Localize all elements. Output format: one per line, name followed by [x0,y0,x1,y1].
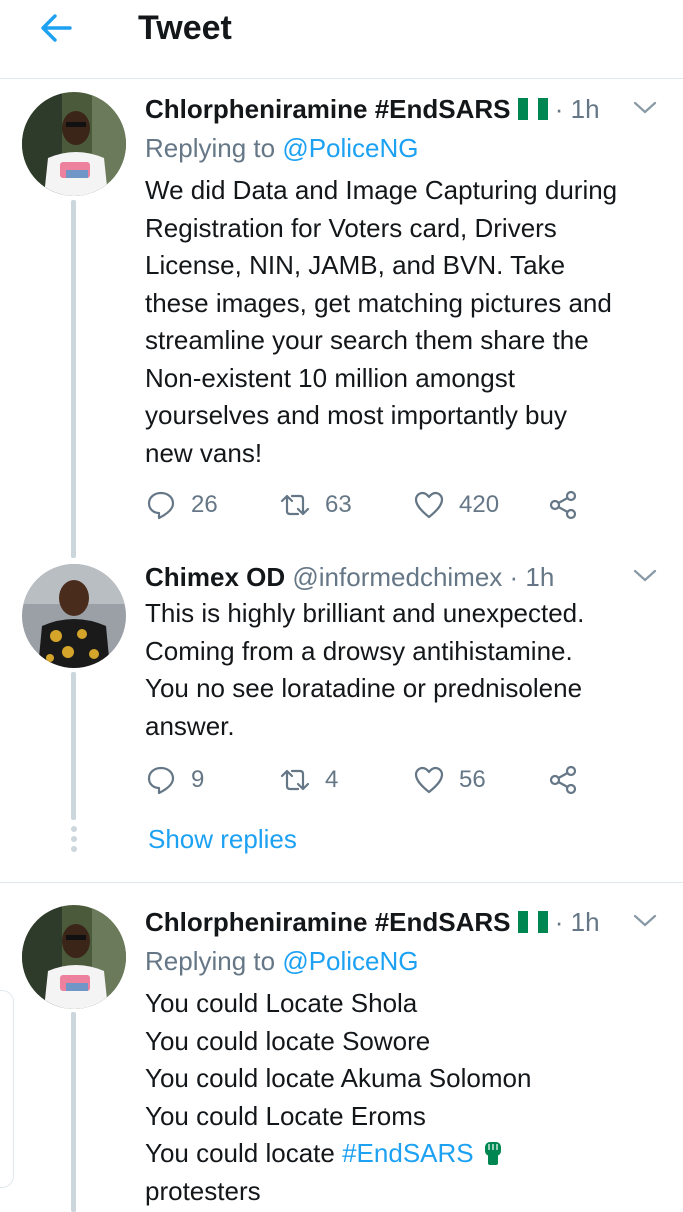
mention-link[interactable]: @PoliceNG [282,133,418,163]
tweet-text: We did Data and Image Capturing during R… [145,175,618,468]
hashtag-link[interactable]: #EndSARS [342,1138,474,1168]
timestamp[interactable]: · 1h [555,94,600,124]
replying-to: Replying to @PoliceNG [145,133,419,163]
page-title: Tweet [138,9,232,47]
replying-to: Replying to @PoliceNG [145,946,419,976]
nigeria-flag-icon [517,905,548,933]
tweet-header: Chlorpheniramine #EndSARS · 1h [145,903,600,941]
raised-fist-emoji-icon [482,1139,504,1165]
retweet-button[interactable]: 4 [279,760,338,800]
reply-button[interactable]: 9 [145,760,204,800]
reply-count: 26 [191,491,218,518]
thread-line [71,672,76,820]
avatar[interactable] [22,905,126,1009]
show-replies-link[interactable]: Show replies [148,820,297,858]
retweet-icon [280,494,310,516]
like-count: 56 [459,766,486,793]
user-handle[interactable]: @informedchimex [292,562,502,592]
top-bar: Tweet [0,0,683,79]
heart-icon [414,491,444,519]
like-button[interactable]: 420 [413,485,499,525]
side-panel-edge [0,990,14,1188]
like-button[interactable]: 56 [413,760,486,800]
heart-icon [414,766,444,794]
share-icon [549,765,577,795]
text-line-with-hashtag: You could locate #EndSARS [145,1135,667,1173]
nigeria-flag-icon [517,92,548,120]
thread-line [71,200,76,558]
reply-icon [147,491,175,520]
reply-count: 9 [191,766,205,793]
chevron-down-icon[interactable] [630,911,660,931]
avatar[interactable] [22,92,126,196]
share-button[interactable] [547,760,579,800]
share-button[interactable] [547,485,579,525]
display-name[interactable]: Chimex OD [145,562,285,592]
tweet-header: Chimex OD @informedchimex · 1h [145,558,554,596]
reply-button[interactable]: 26 [145,485,218,525]
divider [0,882,683,883]
timestamp[interactable]: · 1h [510,562,555,592]
tweet-text: This is highly brilliant and unexpected.… [145,598,585,741]
retweet-count: 63 [325,491,352,518]
share-icon [549,490,577,520]
reply-icon [147,766,175,795]
display-name[interactable]: Chlorpheniramine #EndSARS [145,94,511,124]
timestamp[interactable]: · 1h [555,907,600,937]
tweet-actions: 26 63 420 [145,485,605,525]
retweet-button[interactable]: 63 [279,485,352,525]
more-replies-dots-icon [70,826,78,852]
display-name[interactable]: Chlorpheniramine #EndSARS [145,907,511,937]
chevron-down-icon[interactable] [630,98,660,118]
back-arrow-icon[interactable] [36,8,76,48]
chevron-down-icon[interactable] [630,566,660,586]
tweet-text: You could Locate Shola You could locate … [145,985,667,1210]
retweet-count: 4 [325,766,339,793]
like-count: 420 [459,491,500,518]
tweet-header: Chlorpheniramine #EndSARS · 1h [145,90,600,128]
retweet-icon [280,769,310,791]
thread-line [71,1012,76,1212]
tweet-actions: 9 4 56 [145,760,605,800]
mention-link[interactable]: @PoliceNG [282,946,418,976]
avatar[interactable] [22,564,126,668]
